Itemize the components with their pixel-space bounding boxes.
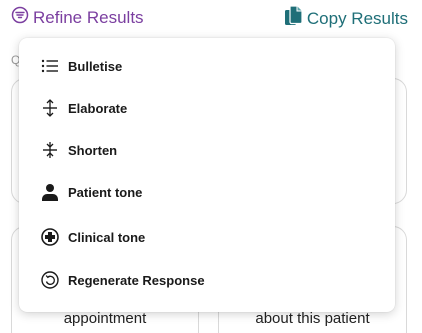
menu-item-label: Bulletise bbox=[68, 58, 123, 74]
copy-results-label: Copy Results bbox=[306, 8, 408, 28]
menu-item-shorten[interactable]: Shorten bbox=[19, 129, 395, 171]
results-toolbar: Refine Results Copy Results bbox=[0, 0, 422, 36]
menu-item-label: Shorten bbox=[68, 142, 118, 158]
copy-icon bbox=[284, 5, 304, 32]
person-icon bbox=[39, 181, 61, 203]
refine-results-menu: Bulletise Elaborate Shorten Patient tone… bbox=[19, 38, 395, 312]
regenerate-icon bbox=[39, 269, 61, 291]
menu-item-clinical-tone[interactable]: Clinical tone bbox=[19, 216, 395, 258]
menu-item-regenerate-response[interactable]: Regenerate Response bbox=[19, 259, 395, 301]
medical-cross-icon bbox=[39, 226, 61, 248]
copy-results-button[interactable]: Copy Results bbox=[284, 5, 408, 32]
menu-item-label: Clinical tone bbox=[68, 229, 146, 245]
menu-item-patient-tone[interactable]: Patient tone bbox=[19, 171, 395, 213]
menu-item-label: Patient tone bbox=[68, 184, 143, 200]
compress-vertical-icon bbox=[39, 139, 61, 161]
card-text: about this patient bbox=[255, 310, 370, 327]
menu-item-bulletise[interactable]: Bulletise bbox=[19, 45, 395, 87]
refine-results-button[interactable]: Refine Results bbox=[11, 6, 144, 29]
refine-icon bbox=[11, 6, 29, 29]
card-text: appointment bbox=[63, 310, 147, 327]
menu-item-label: Elaborate bbox=[68, 100, 128, 116]
menu-item-elaborate[interactable]: Elaborate bbox=[19, 87, 395, 129]
refine-results-label: Refine Results bbox=[33, 7, 144, 27]
menu-item-label: Regenerate Response bbox=[68, 272, 205, 288]
list-icon bbox=[39, 55, 61, 77]
expand-vertical-icon bbox=[39, 97, 61, 119]
